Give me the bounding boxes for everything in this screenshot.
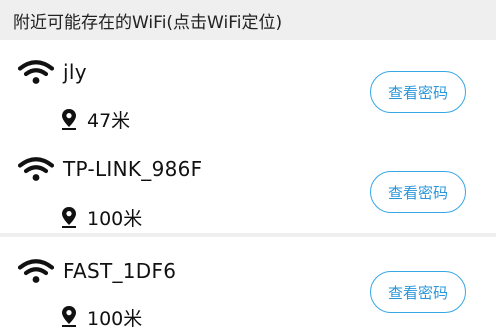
wifi-distance: 100米 xyxy=(87,308,143,330)
view-password-button[interactable]: 查看密码 xyxy=(370,171,466,213)
location-pin-icon xyxy=(62,306,76,327)
wifi-icon xyxy=(18,157,54,181)
wifi-ssid: jly xyxy=(63,60,87,84)
wifi-icon xyxy=(18,259,54,283)
view-password-button[interactable]: 查看密码 xyxy=(370,271,466,313)
wifi-list-screen: 附近可能存在的WiFi(点击WiFi定位) jly 47米 查看密码 TP-LI… xyxy=(0,0,496,331)
location-pin-icon xyxy=(62,207,76,228)
view-password-button[interactable]: 查看密码 xyxy=(370,71,466,113)
list-item[interactable]: FAST_1DF6 100米 查看密码 xyxy=(0,237,496,331)
wifi-ssid: FAST_1DF6 xyxy=(63,259,177,283)
wifi-ssid: TP-LINK_986F xyxy=(63,157,203,181)
wifi-distance: 100米 xyxy=(87,208,143,230)
page-title: 附近可能存在的WiFi(点击WiFi定位) xyxy=(0,0,496,40)
location-pin-icon xyxy=(62,109,76,130)
list-item[interactable]: jly 47米 查看密码 xyxy=(0,42,496,140)
list-item[interactable]: TP-LINK_986F 100米 查看密码 xyxy=(0,140,496,238)
wifi-icon xyxy=(18,60,54,84)
wifi-distance: 47米 xyxy=(87,110,131,132)
